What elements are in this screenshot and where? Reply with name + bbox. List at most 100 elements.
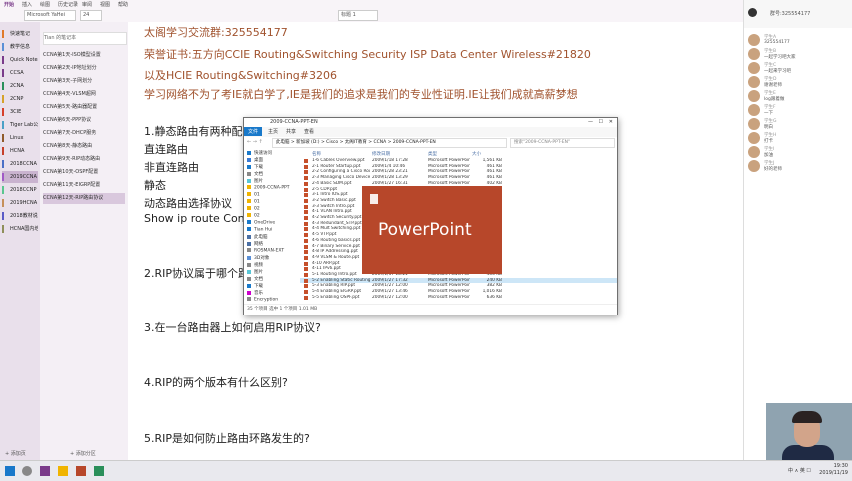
nav-item[interactable]: 下载	[247, 283, 263, 289]
browser-taskbar-icon[interactable]	[94, 466, 104, 476]
font-name-box[interactable]: Microsoft YaHei	[24, 10, 76, 21]
chat-message-text: 打卡	[764, 139, 773, 144]
section-item[interactable]: CCNA第6天-PPP协议	[43, 115, 125, 126]
start-icon[interactable]	[5, 466, 15, 476]
tab-home[interactable]: 开始	[4, 1, 14, 8]
notebook-item[interactable]: 教学信息	[2, 41, 38, 53]
font-size-box[interactable]: 24	[80, 10, 102, 21]
close-icon[interactable]: ✕	[609, 118, 613, 127]
tab-review[interactable]: 审阅	[82, 1, 92, 8]
section-item[interactable]: CCNA第3天-子网划分	[43, 76, 125, 87]
nav-item[interactable]: 音乐	[247, 290, 263, 296]
notebook-color-icon	[2, 173, 4, 181]
nav-item[interactable]: 文档	[247, 276, 263, 282]
chat-avatar	[748, 146, 760, 158]
nav-item[interactable]: 图片	[247, 269, 263, 275]
nav-item[interactable]: 此电脑	[247, 234, 268, 240]
tab-insert[interactable]: 插入	[22, 1, 32, 8]
clock[interactable]: 19:30 2019/11/19	[819, 463, 848, 477]
powerpoint-logo-icon	[370, 194, 378, 204]
maximize-icon[interactable]: ☐	[599, 118, 603, 127]
notebook-item[interactable]: 2018教材说明	[2, 210, 38, 222]
system-tray[interactable]: 中 ∧ 英 ☐	[788, 467, 811, 474]
nav-item[interactable]: 图片	[247, 178, 263, 184]
tab-draw[interactable]: 绘图	[40, 1, 50, 8]
minimize-icon[interactable]: —	[588, 118, 593, 127]
nav-item-label: ROSMAN-EXT	[254, 248, 285, 254]
section-item[interactable]: CCNA第2天-IP地址划分	[43, 63, 125, 74]
style-box[interactable]: 标题 1	[338, 10, 378, 21]
nav-item[interactable]: 桌面	[247, 157, 263, 163]
nav-item[interactable]: 01	[247, 199, 260, 205]
section-item[interactable]: CCNA第1天-ISO模型设置	[43, 50, 125, 61]
nav-item[interactable]: 02	[247, 213, 260, 219]
nav-item[interactable]: 下载	[247, 164, 263, 170]
notebook-item[interactable]: 2CNP	[2, 93, 38, 105]
file-row[interactable]: 5-5 Enabling OSPF.ppt 2009/1/27 12:00 Micr…	[300, 295, 617, 301]
chat-status-icon	[748, 8, 757, 17]
question-1: 1.静态路由有两种配置	[144, 125, 254, 138]
add-section-button[interactable]: + 添加分区	[70, 450, 96, 457]
file-explorer-taskbar-icon[interactable]	[58, 466, 68, 476]
section-item[interactable]: CCNA第4天-VLSM超网	[43, 89, 125, 100]
nav-item-label: Tian Hui	[254, 227, 273, 233]
explorer-tab-file[interactable]: 文件	[244, 127, 263, 136]
powerpoint-taskbar-icon[interactable]	[76, 466, 86, 476]
column-name[interactable]: 名称	[312, 151, 321, 157]
tab-help[interactable]: 帮助	[118, 1, 128, 8]
notebook-item[interactable]: Linux	[2, 132, 38, 144]
nav-item[interactable]: 3D对象	[247, 255, 269, 261]
nav-item[interactable]: OneDrive	[247, 220, 275, 226]
section-item[interactable]: CCNA第5天-路由器配置	[43, 102, 125, 113]
explorer-tab-home[interactable]: 主页	[268, 128, 278, 135]
notebook-item[interactable]: Quick Notes	[2, 54, 38, 66]
chat-avatar	[748, 76, 760, 88]
notebook-item[interactable]: HCNA	[2, 145, 38, 157]
nav-item[interactable]: 文档	[247, 171, 263, 177]
ppt-file-icon	[304, 210, 308, 215]
section-item[interactable]: CCNA第11天-EIGRP配置	[43, 180, 125, 191]
notebook-item[interactable]: 快速笔记	[2, 28, 38, 40]
column-size[interactable]: 大小	[472, 151, 481, 157]
nav-item[interactable]: 2009-CCNA-PPT	[247, 185, 290, 191]
nav-item[interactable]: Encryption	[247, 297, 278, 303]
notebook-item[interactable]: HCNA国内培训	[2, 223, 38, 235]
nav-item[interactable]: 02	[247, 206, 260, 212]
section-item[interactable]: CCNA第8天-静态路由	[43, 141, 125, 152]
notebook-item[interactable]: 3CIE	[2, 106, 38, 118]
column-date[interactable]: 修改日期	[372, 151, 390, 157]
tab-view[interactable]: 视图	[100, 1, 110, 8]
notebook-item[interactable]: 2018CCNP	[2, 184, 38, 196]
explorer-tab-view[interactable]: 查看	[304, 128, 314, 135]
ppt-file-icon	[304, 273, 308, 277]
onenote-taskbar-icon[interactable]	[40, 466, 50, 476]
nav-item[interactable]: ROSMAN-EXT	[247, 248, 284, 254]
section-item[interactable]: CCNA第7天-DHCP服务	[43, 128, 125, 139]
notebook-color-icon	[2, 95, 4, 103]
section-search-input[interactable]: Tian 的笔记本	[43, 32, 127, 45]
section-item[interactable]: CCNA第9天-RIP动态路由	[43, 154, 125, 165]
back-icon[interactable]: ← → ↑	[247, 139, 263, 145]
nav-item[interactable]: 网络	[247, 241, 263, 247]
section-item[interactable]: CCNA第10天-OSPF配置	[43, 167, 125, 178]
notebook-item[interactable]: 2019HCNA	[2, 197, 38, 209]
nav-item[interactable]: Tian Hui	[247, 227, 272, 233]
section-item[interactable]: CCNA第12天-RIP路由协议	[43, 193, 125, 204]
nav-item-label: 02	[254, 206, 260, 212]
add-page-button[interactable]: + 添加页	[5, 450, 26, 457]
notebook-item[interactable]: 2CNA	[2, 80, 38, 92]
address-bar[interactable]: 此电脑 > 新加坡 (D:) > Cisco > 太阁IT教育 > CCNA >…	[272, 138, 507, 148]
explorer-tab-share[interactable]: 共享	[286, 128, 296, 135]
notebook-item[interactable]: Tiger Lab公开课	[2, 119, 38, 131]
notebook-item[interactable]: CCSA	[2, 67, 38, 79]
search-icon[interactable]	[22, 466, 32, 476]
nav-item[interactable]: 视频	[247, 262, 263, 268]
notebook-item[interactable]: 2019CCNA	[2, 171, 38, 183]
tab-history[interactable]: 历史记录	[58, 1, 78, 8]
explorer-search-input[interactable]: 搜索"2009-CCNA-PPT-EN"	[510, 138, 615, 148]
column-type[interactable]: 类型	[428, 151, 437, 157]
nav-item[interactable]: 01	[247, 192, 260, 198]
ppt-file-icon	[304, 295, 308, 300]
notebook-item[interactable]: 2018CCNA	[2, 158, 38, 170]
nav-item[interactable]: 快速访问	[247, 150, 272, 156]
